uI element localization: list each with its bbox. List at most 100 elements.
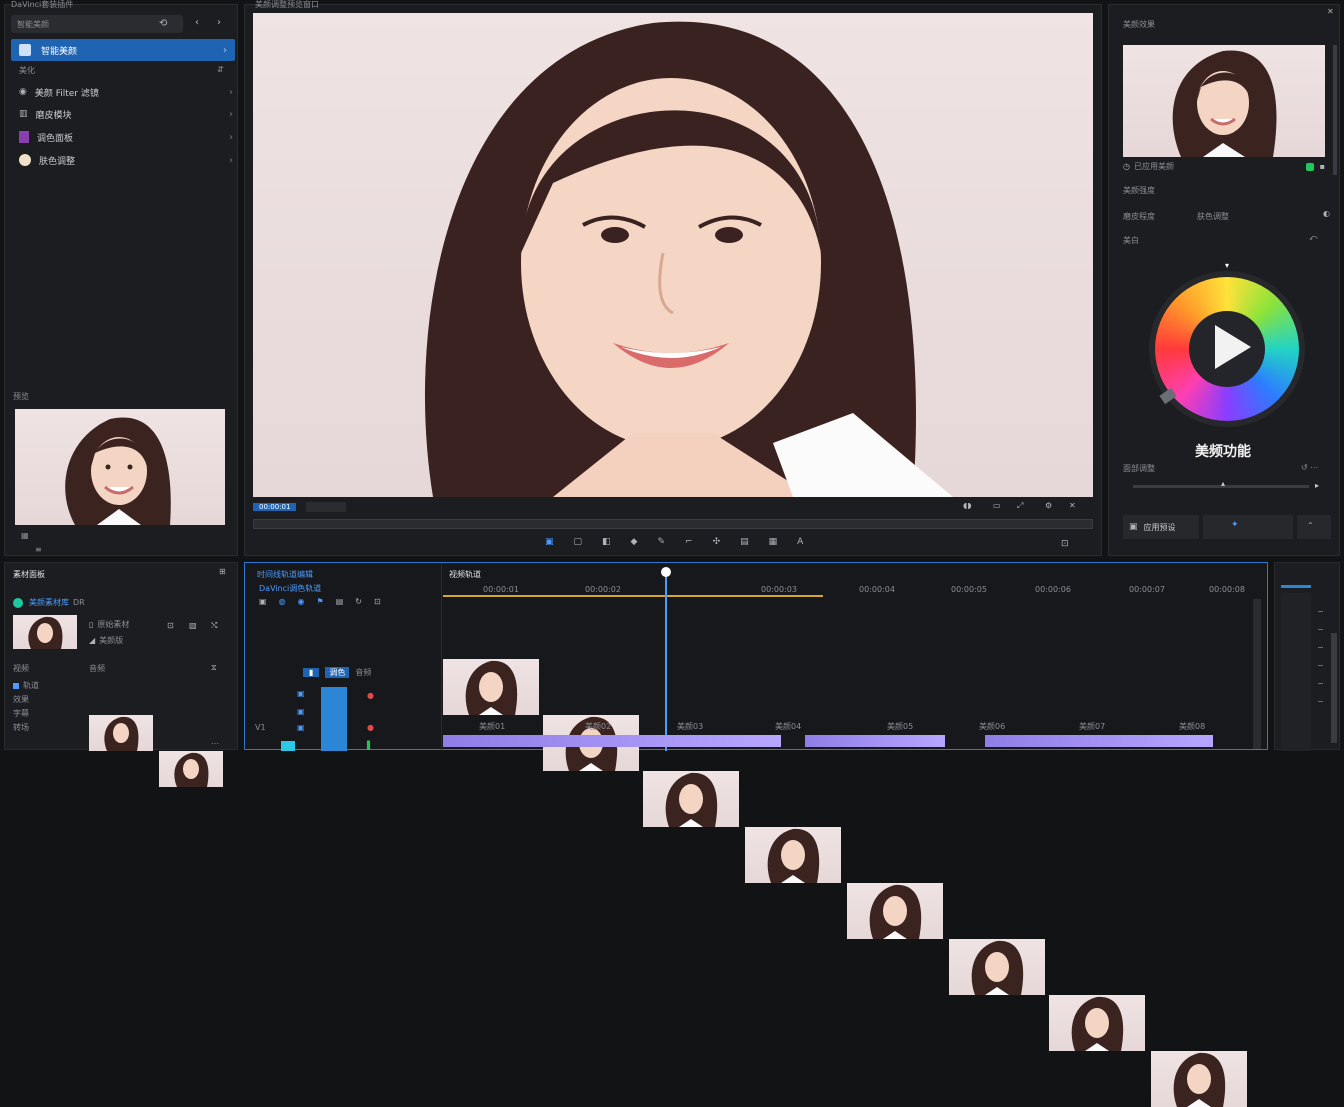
forward-icon[interactable]: › (217, 17, 221, 28)
fullscreen-icon[interactable]: ⤢ (1017, 501, 1023, 511)
record-icon[interactable]: ● (367, 691, 374, 700)
reset-icon[interactable]: ↺ ⋯ (1301, 463, 1318, 472)
clip-name: 原始素材 (97, 620, 130, 629)
list-item[interactable]: 效果 (13, 693, 39, 707)
list-item[interactable]: ◉ 美颜 Filter 滤镜 › (19, 83, 233, 101)
playhead-handle[interactable] (661, 567, 671, 577)
flag-icon[interactable]: ⚑ (317, 597, 324, 606)
video-track-highlight[interactable] (321, 687, 347, 751)
timeline-scrollbar[interactable] (1253, 599, 1261, 749)
tab-audio[interactable]: 音频 (355, 667, 371, 678)
clip-thumbnail[interactable] (1049, 995, 1145, 1051)
grid-icon[interactable]: ▦ (769, 537, 778, 547)
link-icon[interactable]: ◍ (279, 597, 286, 606)
link-icon[interactable]: ⊡ (167, 621, 174, 630)
clip-label: 美颜02 (585, 722, 612, 731)
play-icon[interactable] (1215, 325, 1251, 369)
more-icon[interactable]: ⋯ (211, 739, 219, 748)
scrubber-track[interactable] (253, 519, 1093, 529)
audio-icon[interactable]: ◖◗ (963, 501, 971, 510)
image-icon[interactable]: ▨ (189, 621, 197, 630)
apply-button[interactable]: ▣ 应用预设 (1123, 515, 1199, 539)
menu-icon[interactable]: ⊞ (219, 567, 226, 576)
loop-icon[interactable]: ↻ (355, 597, 362, 606)
effect-clip-bar[interactable] (985, 735, 1213, 747)
audio-meter-panel: − − − − − − (1274, 562, 1340, 751)
close-icon[interactable]: ✕ (1327, 7, 1334, 16)
clip-thumbnail[interactable] (443, 659, 539, 715)
clip-label: 美颜01 (479, 722, 506, 731)
record-icon[interactable]: ● (367, 723, 374, 732)
clip-thumbnail[interactable] (949, 939, 1045, 995)
track-tab-icon[interactable]: ▮ (303, 668, 320, 677)
list-item[interactable]: 肤色调整 › (19, 151, 233, 169)
ruler-tick: 00:00:05 (951, 585, 987, 594)
eye-icon[interactable]: ▣ (297, 707, 305, 716)
track-header-divider (441, 563, 442, 751)
section-beauty: 美颜强度 (1123, 186, 1155, 195)
blade-icon[interactable]: ◧ (602, 537, 611, 547)
color-pick-button[interactable]: ✦ (1203, 515, 1293, 539)
timecode[interactable]: 00:00:01 (253, 503, 297, 511)
clip-thumbnail[interactable] (745, 827, 841, 883)
media-thumbnail[interactable] (159, 751, 223, 787)
clip-label: 美颜08 (1179, 722, 1206, 731)
clip-thumbnail[interactable] (643, 771, 739, 827)
trim-icon[interactable]: ▢ (574, 537, 583, 547)
sort-icon[interactable]: ⇵ (217, 65, 224, 74)
clip-thumbnail[interactable] (847, 883, 943, 939)
effect-clip-bar[interactable] (805, 735, 945, 747)
list-icon[interactable]: ≡ (35, 545, 42, 554)
video-preview[interactable] (253, 13, 1093, 497)
lock-icon[interactable]: ▣ (297, 689, 305, 698)
transform-icon[interactable]: ✣ (713, 537, 721, 547)
filter-icon[interactable]: ⧖ (211, 663, 217, 673)
clip-thumbnail[interactable] (1151, 1051, 1247, 1107)
snap-icon[interactable]: ▣ (259, 597, 267, 606)
back-icon[interactable]: ‹ (195, 17, 199, 28)
list-item-label: 智能美颜 (41, 46, 78, 57)
select-icon[interactable]: ▣ (545, 537, 554, 547)
refresh-icon[interactable]: ⟲ (159, 18, 167, 29)
slider-end-icon[interactable]: ▸ (1315, 481, 1319, 490)
mute-icon[interactable]: ▣ (297, 723, 305, 732)
pen-icon[interactable]: ✎ (657, 537, 665, 547)
list-item-selected[interactable]: 智能美颜 › (11, 39, 235, 61)
grid-icon[interactable]: ▦ (21, 531, 29, 540)
share-icon[interactable]: ⤭ (211, 621, 217, 631)
media-thumbnail[interactable] (89, 715, 153, 751)
camera-icon[interactable]: ▤ (740, 537, 749, 547)
settings-icon[interactable]: ⚙ (1045, 501, 1052, 510)
list-item[interactable]: 字幕 (13, 707, 39, 721)
slider-knob[interactable]: ▴ (1221, 479, 1225, 488)
close-icon[interactable]: ✕ (1069, 501, 1076, 510)
film-icon[interactable]: ▤ (336, 597, 344, 606)
audio-level-icon[interactable]: ▌ (367, 741, 373, 750)
crop-icon[interactable]: ⌐ (685, 537, 693, 547)
reset-icon[interactable]: ⤺ (1309, 233, 1318, 243)
library-badge[interactable]: 美颜素材库 DR (13, 597, 85, 608)
meter-scroll[interactable] (1331, 633, 1337, 743)
monitor-icon[interactable]: ▭ (993, 501, 1001, 510)
marker-icon[interactable]: ◆ (631, 537, 638, 547)
crop-icon[interactable]: ⊡ (374, 597, 381, 606)
effect-clip-bar[interactable] (443, 735, 781, 747)
inspector-scrollbar[interactable] (1333, 45, 1337, 175)
ruler-tick: 00:00:01 (483, 585, 519, 594)
list-item[interactable]: 转场 (13, 721, 39, 735)
list-item[interactable]: ▥ 磨皮模块 › (19, 105, 233, 123)
more-button[interactable]: ⌃ (1297, 515, 1331, 539)
wheel-handle-top[interactable]: ▾ (1225, 261, 1229, 270)
expand-icon[interactable]: ⊡ (1061, 539, 1069, 549)
tab-grade[interactable]: 调色 (325, 667, 350, 678)
audio-icon[interactable]: ◉ (298, 597, 305, 606)
options-icon[interactable]: ▪ (1320, 162, 1325, 171)
toggle-icon[interactable]: ◐ (1323, 209, 1330, 218)
media-clip-thumbnail[interactable] (13, 615, 77, 649)
meter-tick: − (1317, 643, 1324, 652)
search-bar[interactable]: 智能美颜 (11, 15, 183, 33)
clip-label: 美颜05 (887, 722, 914, 731)
list-item[interactable]: 调色面板 › (19, 128, 233, 146)
text-icon[interactable]: A (797, 537, 803, 547)
list-item[interactable]: 轨道 (13, 679, 39, 693)
